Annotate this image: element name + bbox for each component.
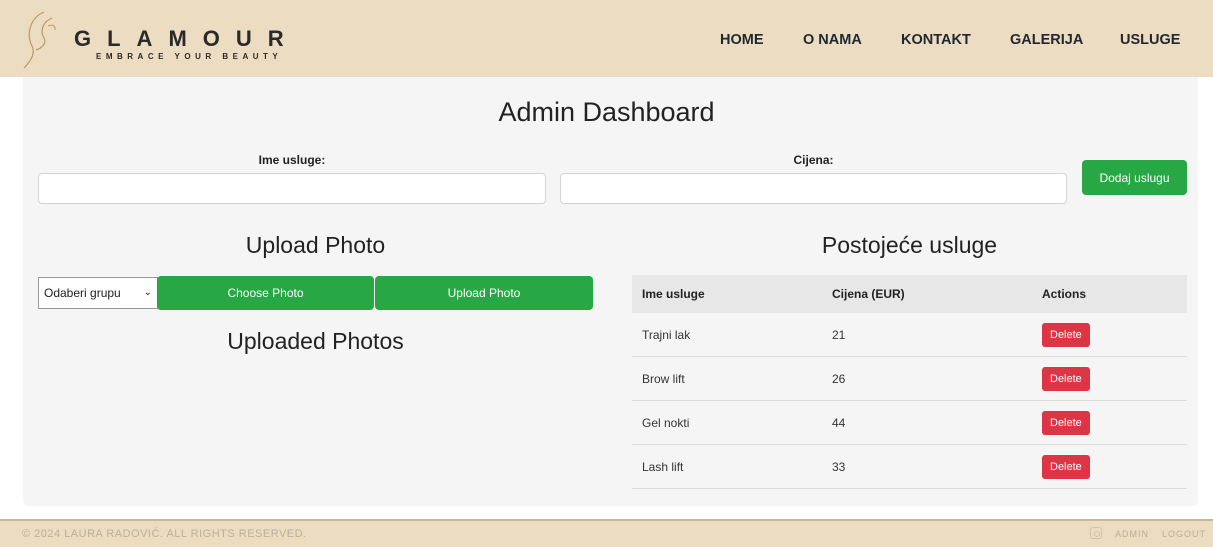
price-input[interactable] — [560, 173, 1067, 204]
table-header-row: Ime usluge Cijena (EUR) Actions — [632, 275, 1187, 313]
table-row: Gel nokti 44 Delete — [632, 400, 1187, 445]
col-header-price: Cijena (EUR) — [822, 275, 1032, 313]
chevron-down-icon: ⌄ — [143, 287, 152, 298]
group-select[interactable]: Odaberi grupu ⌄ — [38, 277, 158, 309]
delete-button[interactable]: Delete — [1042, 410, 1090, 435]
nav-usluge[interactable]: USLUGE — [1120, 32, 1180, 48]
service-name: Brow lift — [632, 356, 822, 401]
logo-tagline: EMBRACE YOUR BEAUTY — [96, 52, 283, 61]
admin-link[interactable]: ADMIN — [1115, 529, 1149, 539]
site-footer: © 2024 LAURA RADOVIĆ. ALL RIGHTS RESERVE… — [0, 519, 1213, 547]
delete-button[interactable]: Delete — [1042, 454, 1090, 479]
service-name: Trajni lak — [632, 313, 822, 357]
logout-link[interactable]: LOGOUT — [1162, 529, 1206, 539]
add-service-button[interactable]: Dodaj uslugu — [1082, 160, 1187, 195]
col-header-name: Ime usluge — [632, 275, 822, 313]
delete-button[interactable]: Delete — [1042, 366, 1090, 391]
delete-button[interactable]: Delete — [1042, 322, 1090, 347]
main-nav: HOME O NAMA KONTAKT GALERIJA USLUGE — [0, 32, 1213, 52]
group-select-value: Odaberi grupu — [44, 286, 121, 300]
service-price: 21 — [822, 313, 1032, 357]
page-title: Admin Dashboard — [498, 97, 715, 127]
upload-photo-button[interactable]: Upload Photo — [375, 276, 593, 310]
nav-galerija[interactable]: GALERIJA — [1010, 32, 1083, 48]
service-name-input[interactable] — [38, 173, 546, 204]
table-row: Trajni lak 21 Delete — [632, 313, 1187, 357]
service-name: Lash lift — [632, 444, 822, 489]
uploaded-photos-title: Uploaded Photos — [227, 328, 404, 354]
choose-photo-button[interactable]: Choose Photo — [157, 276, 374, 310]
service-name: Gel nokti — [632, 400, 822, 445]
copyright-text: © 2024 LAURA RADOVIĆ. ALL RIGHTS RESERVE… — [22, 528, 307, 540]
table-row: Lash lift 33 Delete — [632, 444, 1187, 489]
nav-o-nama[interactable]: O NAMA — [803, 32, 862, 48]
col-header-actions: Actions — [1032, 275, 1187, 313]
service-price: 44 — [822, 400, 1032, 445]
services-table: Ime usluge Cijena (EUR) Actions Trajni l… — [632, 275, 1187, 489]
nav-home[interactable]: HOME — [720, 32, 764, 48]
price-label: Cijena: — [793, 153, 834, 167]
service-price: 26 — [822, 356, 1032, 401]
service-name-label: Ime usluge: — [258, 153, 326, 167]
service-price: 33 — [822, 444, 1032, 489]
instagram-icon[interactable] — [1090, 527, 1102, 539]
nav-kontakt[interactable]: KONTAKT — [901, 32, 971, 48]
table-row: Brow lift 26 Delete — [632, 356, 1187, 401]
services-title: Postojeće usluge — [821, 232, 998, 258]
site-header: GLAMOUR EMBRACE YOUR BEAUTY HOME O NAMA … — [0, 0, 1213, 77]
upload-photo-title: Upload Photo — [245, 232, 386, 258]
